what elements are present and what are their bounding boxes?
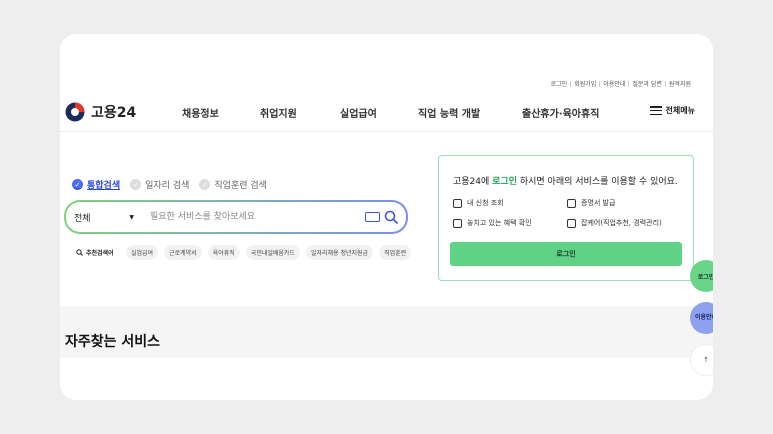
service-certificate[interactable]: 증명서 발급 (567, 198, 615, 208)
login-link[interactable]: 로그인 (548, 79, 571, 88)
login-panel-title: 고용24에 로그인 하시면 아래의 서비스를 이용할 수 있어요. (453, 174, 678, 187)
career-icon (567, 218, 576, 228)
recommended-keywords-label: 추천검색어 (76, 248, 114, 257)
caret-down-icon: ▼ (129, 213, 134, 221)
search-box: 전체 ▼ (64, 200, 408, 234)
service-benefits[interactable]: 놓치고 있는 혜택 확인 (453, 218, 532, 228)
nav-divider (60, 131, 713, 132)
service-label: 증명서 발급 (581, 199, 616, 207)
login-button[interactable]: 로그인 (450, 242, 682, 266)
keyword-chip[interactable]: 실업급여 (126, 245, 159, 260)
title-text: 고용24에 (453, 177, 493, 187)
nav-item-employment-support[interactable]: 취업지원 (260, 105, 297, 120)
utility-links: 로그인 회원가입 이용안내 질문과 답변 원격지원 (548, 79, 694, 88)
title-text: 하시면 아래의 서비스를 이용할 수 있어요. (517, 177, 678, 187)
nav-item-unemployment-benefit[interactable]: 실업급여 (340, 105, 377, 120)
search-icon (76, 249, 83, 256)
search-document-icon (453, 218, 462, 228)
document-icon (567, 198, 576, 208)
tab-label: 직업훈련 검색 (214, 181, 267, 191)
search-icon[interactable] (384, 210, 398, 224)
service-label: 놓치고 있는 혜택 확인 (467, 219, 532, 227)
recommended-label-text: 추천검색어 (86, 250, 114, 257)
tab-label: 통합검색 (87, 181, 121, 191)
keyword-chip[interactable]: 직업훈련 (379, 245, 412, 260)
search-input[interactable] (148, 211, 365, 223)
tab-integrated-search[interactable]: ✓ 통합검색 (72, 178, 120, 191)
check-icon: ✓ (130, 179, 142, 190)
favorites-title: 자주찾는 서비스 (65, 334, 161, 350)
list-icon (453, 198, 462, 208)
login-panel: 고용24에 로그인 하시면 아래의 서비스를 이용할 수 있어요. 내 신청 조… (438, 155, 694, 281)
keyword-chip[interactable]: 일자리채용 청년지원금 (305, 245, 374, 260)
main-card: 로그인 회원가입 이용안내 질문과 답변 원격지원 고용24 채용정보 취업지원… (60, 34, 713, 400)
all-menu-button[interactable]: 전체메뉴 (649, 105, 695, 116)
keyboard-icon[interactable] (365, 212, 380, 222)
qna-link[interactable]: 질문과 답변 (629, 79, 665, 88)
nav-item-job-training[interactable]: 직업 능력 개발 (418, 105, 480, 120)
service-label: 내 신청 조회 (467, 199, 504, 207)
keyword-chip[interactable]: 근로계약서 (164, 245, 202, 260)
tab-label: 일자리 검색 (145, 181, 190, 191)
guide-link[interactable]: 이용안내 (600, 79, 628, 88)
select-value: 전체 (74, 213, 91, 224)
tab-job-search[interactable]: ✓ 일자리 검색 (130, 178, 189, 191)
keyword-chip[interactable]: 육아휴직 (207, 245, 240, 260)
brand-logo[interactable]: 고용24 (65, 102, 136, 122)
signup-link[interactable]: 회원가입 (571, 79, 599, 88)
floating-login-button[interactable]: 로그인 (690, 260, 713, 292)
nav-item-parental-leave[interactable]: 출산휴가·육아휴직 (522, 105, 599, 120)
recommended-keywords: 실업급여 근로계약서 육아휴직 국민내일배움카드 일자리채용 청년지원금 직업훈… (126, 245, 416, 260)
check-icon: ✓ (199, 179, 211, 190)
hamburger-icon (649, 106, 662, 115)
nav-item-jobs[interactable]: 채용정보 (182, 105, 219, 120)
tab-training-search[interactable]: ✓ 직업훈련 검색 (199, 178, 267, 191)
brand-name: 고용24 (91, 105, 137, 121)
keyword-chip[interactable]: 국민내일배움카드 (245, 245, 300, 260)
search-category-select[interactable]: 전체 ▼ (74, 211, 134, 224)
remote-support-link[interactable]: 원격지원 (666, 79, 694, 88)
main-nav: 고용24 채용정보 취업지원 실업급여 직업 능력 개발 출산휴가·육아휴직 전… (60, 100, 713, 126)
check-icon: ✓ (72, 179, 83, 190)
title-login-link[interactable]: 로그인 (492, 177, 517, 187)
service-jobcare[interactable]: 잡케어(직업추천, 경력관리) (567, 218, 662, 228)
all-menu-label: 전체메뉴 (665, 106, 695, 115)
service-my-applications[interactable]: 내 신청 조회 (453, 198, 504, 208)
service-label: 잡케어(직업추천, 경력관리) (581, 219, 662, 227)
brand-logo-icon (65, 102, 85, 122)
search-tabs: ✓ 통합검색 ✓ 일자리 검색 ✓ 직업훈련 검색 (72, 178, 267, 191)
scroll-top-button[interactable]: ↑ (690, 344, 713, 376)
